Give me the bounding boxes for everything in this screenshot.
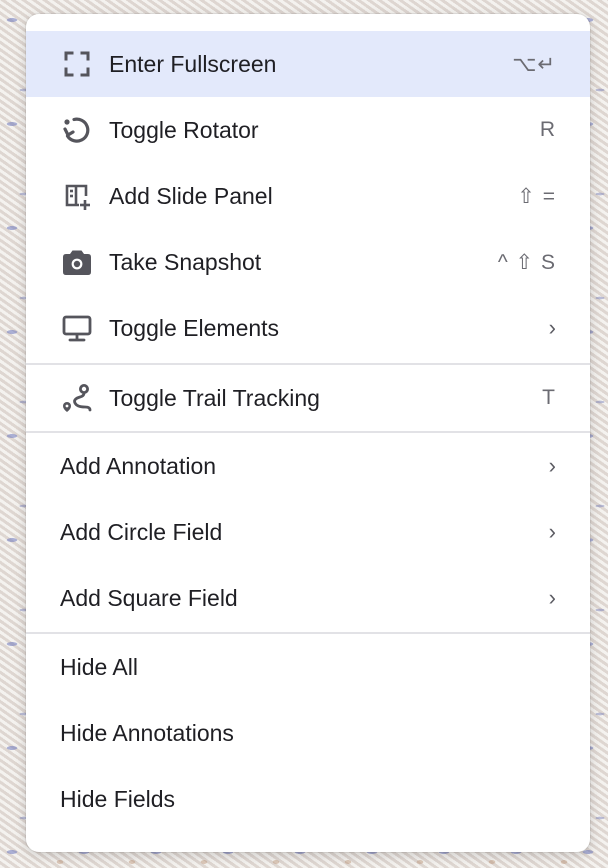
- route-icon: [60, 381, 94, 415]
- menu-item-take-snapshot[interactable]: Take Snapshot ^ ⇧ S: [26, 229, 590, 295]
- menu-item-label: Add Slide Panel: [109, 182, 273, 209]
- chevron-right-icon: ›: [548, 453, 556, 478]
- shortcut-hint: ⇧ =: [517, 184, 556, 208]
- menu-item-label: Add Square Field: [60, 584, 238, 611]
- chevron-right-icon: ›: [548, 315, 556, 340]
- shortcut-hint: ⌥↵: [512, 52, 556, 76]
- menu-item-enter-fullscreen[interactable]: Enter Fullscreen ⌥↵: [26, 31, 590, 97]
- menu-item-toggle-rotator[interactable]: Toggle Rotator R: [26, 97, 590, 163]
- menu-item-toggle-elements[interactable]: Toggle Elements ›: [26, 295, 590, 361]
- shortcut-hint: ^ ⇧ S: [497, 250, 556, 274]
- rotate-icon: [60, 113, 94, 147]
- menu-item-hide-fields[interactable]: Hide Fields: [26, 766, 590, 832]
- menu-item-label: Add Circle Field: [60, 518, 223, 545]
- menu-item-label: Hide Annotations: [60, 719, 234, 746]
- shortcut-hint: R: [539, 118, 556, 141]
- monitor-icon: [60, 311, 94, 345]
- menu-item-label: Take Snapshot: [109, 248, 262, 275]
- menu-item-hide-annotations[interactable]: Hide Annotations: [26, 700, 590, 766]
- menu-item-label: Hide All: [60, 653, 138, 680]
- context-menu: Enter Fullscreen ⌥↵ Toggle Rotator R Add…: [26, 14, 590, 852]
- chevron-right-icon: ›: [548, 585, 556, 610]
- add-panel-icon: [60, 179, 94, 213]
- menu-item-label: Add Annotation: [60, 452, 217, 479]
- menu-item-label: Toggle Trail Tracking: [109, 384, 320, 411]
- menu-item-label: Toggle Rotator: [109, 116, 259, 143]
- shortcut-hint: T: [542, 386, 556, 409]
- menu-item-add-circle-field[interactable]: Add Circle Field ›: [26, 499, 590, 565]
- menu-item-label: Hide Fields: [60, 785, 176, 812]
- menu-item-label: Toggle Elements: [109, 314, 280, 341]
- menu-item-add-annotation[interactable]: Add Annotation ›: [26, 433, 590, 499]
- camera-icon: [60, 245, 94, 279]
- fullscreen-icon: [60, 47, 94, 81]
- menu-item-add-slide-panel[interactable]: Add Slide Panel ⇧ =: [26, 163, 590, 229]
- menu-item-add-square-field[interactable]: Add Square Field ›: [26, 565, 590, 631]
- menu-item-toggle-trail-tracking[interactable]: Toggle Trail Tracking T: [26, 365, 590, 431]
- menu-item-hide-all[interactable]: Hide All: [26, 634, 590, 700]
- chevron-right-icon: ›: [548, 519, 556, 544]
- menu-item-label: Enter Fullscreen: [109, 50, 277, 77]
